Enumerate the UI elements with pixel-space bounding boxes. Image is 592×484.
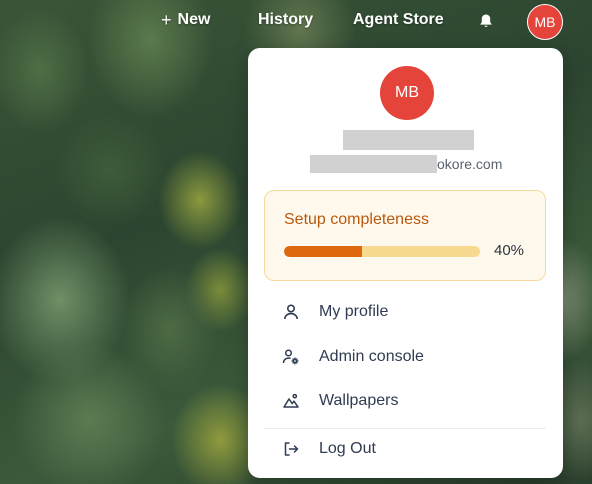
agent-store-button[interactable]: Agent Store [353, 11, 444, 29]
setup-completeness-card[interactable]: Setup completeness 40% [264, 190, 546, 281]
new-label: New [177, 11, 211, 28]
history-label: History [258, 11, 314, 28]
profile-avatar: MB [380, 66, 434, 120]
menu-item-wallpapers[interactable]: Wallpapers [264, 381, 546, 421]
profile-dropdown-menu: MB okore.com Setup completeness 40% My p… [248, 48, 563, 478]
redacted-email-prefix [310, 155, 437, 173]
menu-item-label: Wallpapers [319, 392, 399, 409]
menu-item-label: Admin console [319, 348, 424, 365]
menu-item-admin-console[interactable]: Admin console [264, 337, 546, 377]
menu-item-log-out[interactable]: Log Out [264, 429, 546, 469]
history-button[interactable]: History [258, 11, 313, 29]
menu-item-label: My profile [319, 303, 389, 320]
admin-settings-icon [281, 347, 301, 367]
profile-avatar-initials: MB [395, 84, 419, 101]
setup-title: Setup completeness [284, 211, 429, 228]
agent-store-label: Agent Store [353, 11, 444, 28]
email-suffix: okore.com [437, 156, 503, 172]
user-avatar-button[interactable]: MB [527, 4, 563, 40]
new-button[interactable]: + New [161, 11, 210, 29]
setup-progress-fill [284, 246, 363, 257]
user-email: okore.com [310, 155, 502, 173]
setup-progress-bar [284, 246, 480, 257]
setup-progress-percent: 40% [494, 242, 525, 259]
menu-item-label: Log Out [319, 440, 376, 457]
plus-icon: + [161, 10, 172, 30]
logout-icon [281, 439, 301, 459]
redacted-user-name [343, 130, 474, 150]
avatar-initials: MB [534, 14, 556, 30]
top-navigation-bar: + New History Agent Store MB [0, 0, 592, 42]
image-icon [281, 391, 301, 411]
bell-icon[interactable] [477, 12, 495, 30]
user-icon [281, 302, 301, 322]
menu-item-my-profile[interactable]: My profile [264, 292, 546, 332]
